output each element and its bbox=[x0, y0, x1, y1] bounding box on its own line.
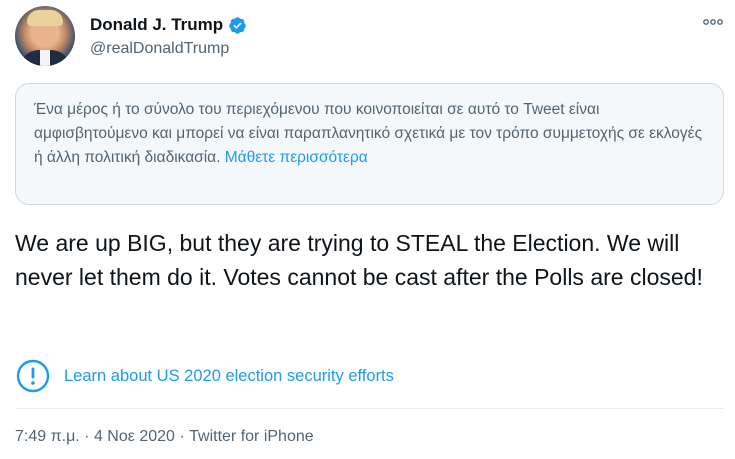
tweet-timestamp[interactable]: 7:49 π.μ. · 4 Νοε 2020 · Twitter for iPh… bbox=[15, 428, 314, 446]
author-name[interactable]: Donald J. Trump bbox=[90, 15, 223, 35]
tweet-card: Donald J. Trump @realDonaldTrump Ένα μέρ… bbox=[0, 0, 735, 459]
verified-badge-icon bbox=[229, 16, 246, 34]
learn-election-text[interactable]: Learn about US 2020 election security ef… bbox=[64, 367, 394, 386]
learn-election-link[interactable]: Learn about US 2020 election security ef… bbox=[15, 358, 394, 394]
exclamation-circle-icon bbox=[16, 359, 50, 393]
tweet-text: We are up BIG, but they are trying to ST… bbox=[15, 230, 703, 290]
avatar-hair bbox=[27, 10, 63, 26]
notice-learn-more-link[interactable]: Μάθετε περισσότερα bbox=[225, 149, 368, 166]
notice-text: Ένα μέρος ή το σύνολο του περιεχόμενου π… bbox=[34, 101, 703, 166]
disputed-notice: Ένα μέρος ή το σύνολο του περιεχόμενου π… bbox=[15, 83, 724, 205]
more-dots-glyph bbox=[703, 19, 723, 25]
author-handle[interactable]: @realDonaldTrump bbox=[90, 40, 229, 58]
avatar[interactable] bbox=[15, 6, 75, 66]
divider bbox=[15, 408, 724, 409]
author-name-row[interactable]: Donald J. Trump bbox=[90, 15, 247, 35]
avatar-shirt bbox=[40, 50, 50, 66]
more-dots-icon[interactable] bbox=[700, 13, 726, 31]
